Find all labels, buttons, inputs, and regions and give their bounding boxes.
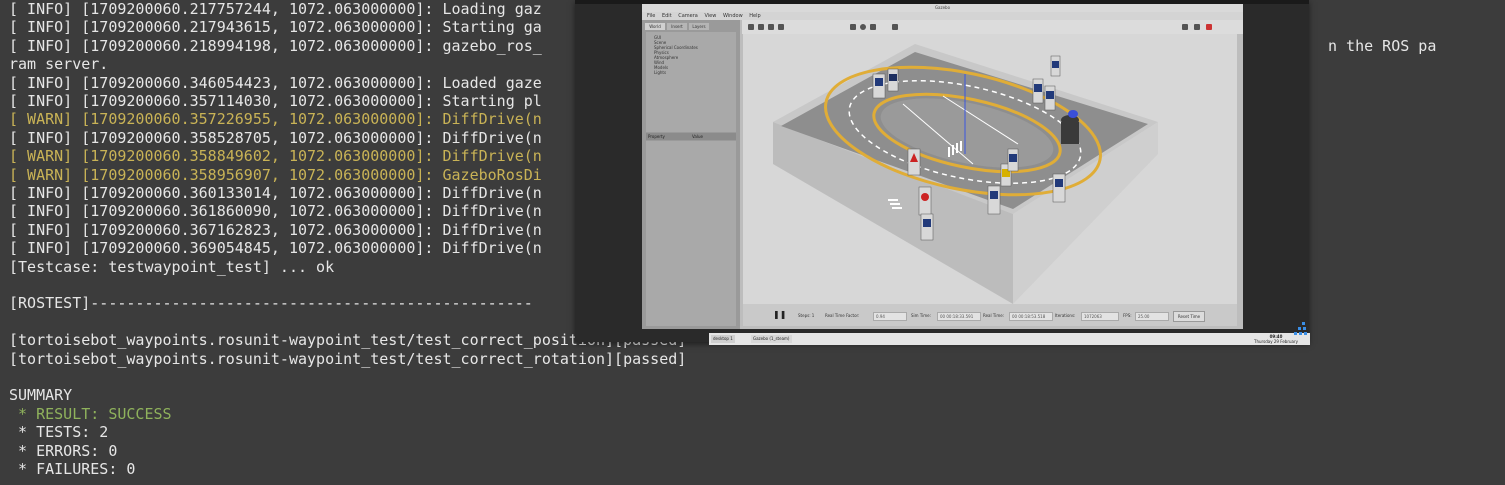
terminal-line: [ INFO] [1709200060.217757244, 1072.0630… (9, 0, 542, 18)
sim-time-value: 00 00:18:33.591 (937, 312, 981, 321)
terminal-line: [ INFO] [1709200060.358528705, 1072.0630… (9, 128, 542, 147)
terminal-line: [ROSTEST]-------------------------------… (9, 294, 533, 313)
menu-view[interactable]: View (704, 13, 716, 19)
clock-date: Thursday 29 February (1254, 339, 1298, 344)
value-col: Value (692, 134, 703, 139)
pause-icon[interactable]: ❚❚ (773, 311, 786, 319)
traffic-sign (1007, 148, 1019, 172)
menu-window[interactable]: Window (723, 13, 743, 19)
menu-bar: File Edit Camera View Window Help (642, 12, 1243, 20)
terminal-line: * RESULT: SUCCESS (9, 404, 172, 423)
terminal-line: SUMMARY (9, 386, 73, 405)
rtf-label: Real Time Factor: (825, 313, 860, 318)
menu-camera[interactable]: Camera (678, 13, 698, 19)
gazebo-app[interactable]: Gazebo File Edit Camera View Window Help… (642, 4, 1310, 345)
window-title: Gazebo (642, 4, 1243, 12)
gazebo-window[interactable]: Gazebo File Edit Camera View Window Help… (575, 0, 1310, 345)
sphere-icon[interactable] (860, 24, 866, 30)
traffic-sign (1032, 78, 1044, 104)
terminal-line: [tortoisebot_waypoints.rosunit-waypoint_… (9, 349, 687, 368)
taskbar-app-gazebo[interactable]: Gazebo (1_steam) (751, 335, 792, 343)
reset-time-button[interactable]: Reset Time (1173, 311, 1205, 322)
3d-viewport[interactable] (743, 34, 1237, 304)
sim-time-label: Sim Time: (911, 313, 931, 318)
iterations-label: Iterations: (1055, 313, 1076, 318)
traffic-sign (1052, 173, 1066, 203)
property-area (646, 141, 736, 326)
traffic-sign (1050, 55, 1061, 77)
select-icon[interactable] (748, 24, 754, 30)
terminal-line: [ INFO] [1709200060.360133014, 1072.0630… (9, 184, 542, 202)
traffic-sign (872, 73, 886, 99)
scene-render (773, 44, 1158, 304)
time-panel: ❚❚ Steps: 1 Real Time Factor: 0.94 Sim T… (743, 304, 1237, 326)
steps-label: Steps: 1 (798, 313, 815, 318)
menu-edit[interactable]: Edit (662, 13, 672, 19)
rotate-icon[interactable] (768, 24, 774, 30)
terminal-line: [ INFO] [1709200060.346054423, 1072.0630… (9, 73, 542, 92)
translate-icon[interactable] (758, 24, 764, 30)
terminal-line: [ INFO] [1709200060.361860090, 1072.0630… (9, 202, 542, 221)
scale-icon[interactable] (778, 24, 784, 30)
terminal-line: [ INFO] [1709200060.357114030, 1072.0630… (9, 92, 542, 110)
traffic-sign (987, 185, 1001, 215)
traffic-sign (920, 213, 934, 241)
terminal-line: ram server. (9, 55, 109, 74)
traffic-sign (887, 68, 899, 92)
cylinder-icon[interactable] (870, 24, 876, 30)
menu-file[interactable]: File (647, 13, 655, 19)
box-icon[interactable] (850, 24, 856, 30)
record-icon[interactable] (1206, 24, 1212, 30)
terminal-line: * FAILURES: 0 (9, 460, 136, 478)
terminal-overflow-text: n the ROS pa (1328, 37, 1437, 55)
iterations-value: 1072063 (1081, 312, 1119, 321)
toolbar (742, 20, 1243, 34)
rtf-value: 0.94 (873, 312, 907, 321)
terminal-line: [ WARN] [1709200060.358956907, 1072.0630… (9, 165, 542, 184)
terminal-line: [ INFO] [1709200060.218994198, 1072.0630… (9, 36, 542, 55)
terminal-line: * ERRORS: 0 (9, 441, 118, 460)
menu-help[interactable]: Help (749, 13, 760, 19)
fps-label: FPS: (1123, 313, 1132, 318)
tab-layers[interactable]: Layers (689, 23, 709, 30)
world-tree[interactable]: GUI Scene Spherical Coordinates Physics … (646, 32, 736, 132)
terminal-line: [ INFO] [1709200060.367162823, 1072.0630… (9, 220, 542, 239)
real-time-label: Real Time: (983, 313, 1005, 318)
taskbar: desktop 1 Gazebo (1_steam) 09:40 Thursda… (709, 333, 1310, 345)
app-grid-icon[interactable] (1294, 322, 1308, 336)
terminal-line: [ WARN] [1709200060.357226955, 1072.0630… (9, 110, 542, 129)
terminal-line: [Testcase: testwaypoint_test] ... ok (9, 257, 335, 276)
tab-insert[interactable]: Insert (667, 23, 687, 30)
light-icon[interactable] (892, 24, 898, 30)
screenshot-icon[interactable] (1182, 24, 1188, 30)
tree-item[interactable]: Lights (654, 70, 666, 75)
tab-world[interactable]: World (645, 23, 665, 30)
traffic-sign (1044, 85, 1056, 111)
taskbar-desktop[interactable]: desktop 1 (711, 335, 735, 343)
property-header: Property Value (646, 133, 736, 140)
traffic-sign (918, 186, 932, 216)
fps-value: 25.00 (1135, 312, 1169, 321)
log-icon[interactable] (1194, 24, 1200, 30)
property-col: Property (648, 134, 665, 139)
terminal-line: [ WARN] [1709200060.358849602, 1072.0630… (9, 147, 542, 166)
left-tabs: World Insert Layers (645, 23, 737, 30)
terminal-line: [ INFO] [1709200060.217943615, 1072.0630… (9, 18, 542, 37)
terminal-line: [ INFO] [1709200060.369054845, 1072.0630… (9, 239, 542, 258)
real-time-value: 00 00:18:53.518 (1009, 312, 1053, 321)
left-panel: World Insert Layers GUI Scene Spherical … (642, 20, 740, 329)
traffic-sign (907, 148, 921, 176)
terminal-line: * TESTS: 2 (9, 423, 109, 442)
